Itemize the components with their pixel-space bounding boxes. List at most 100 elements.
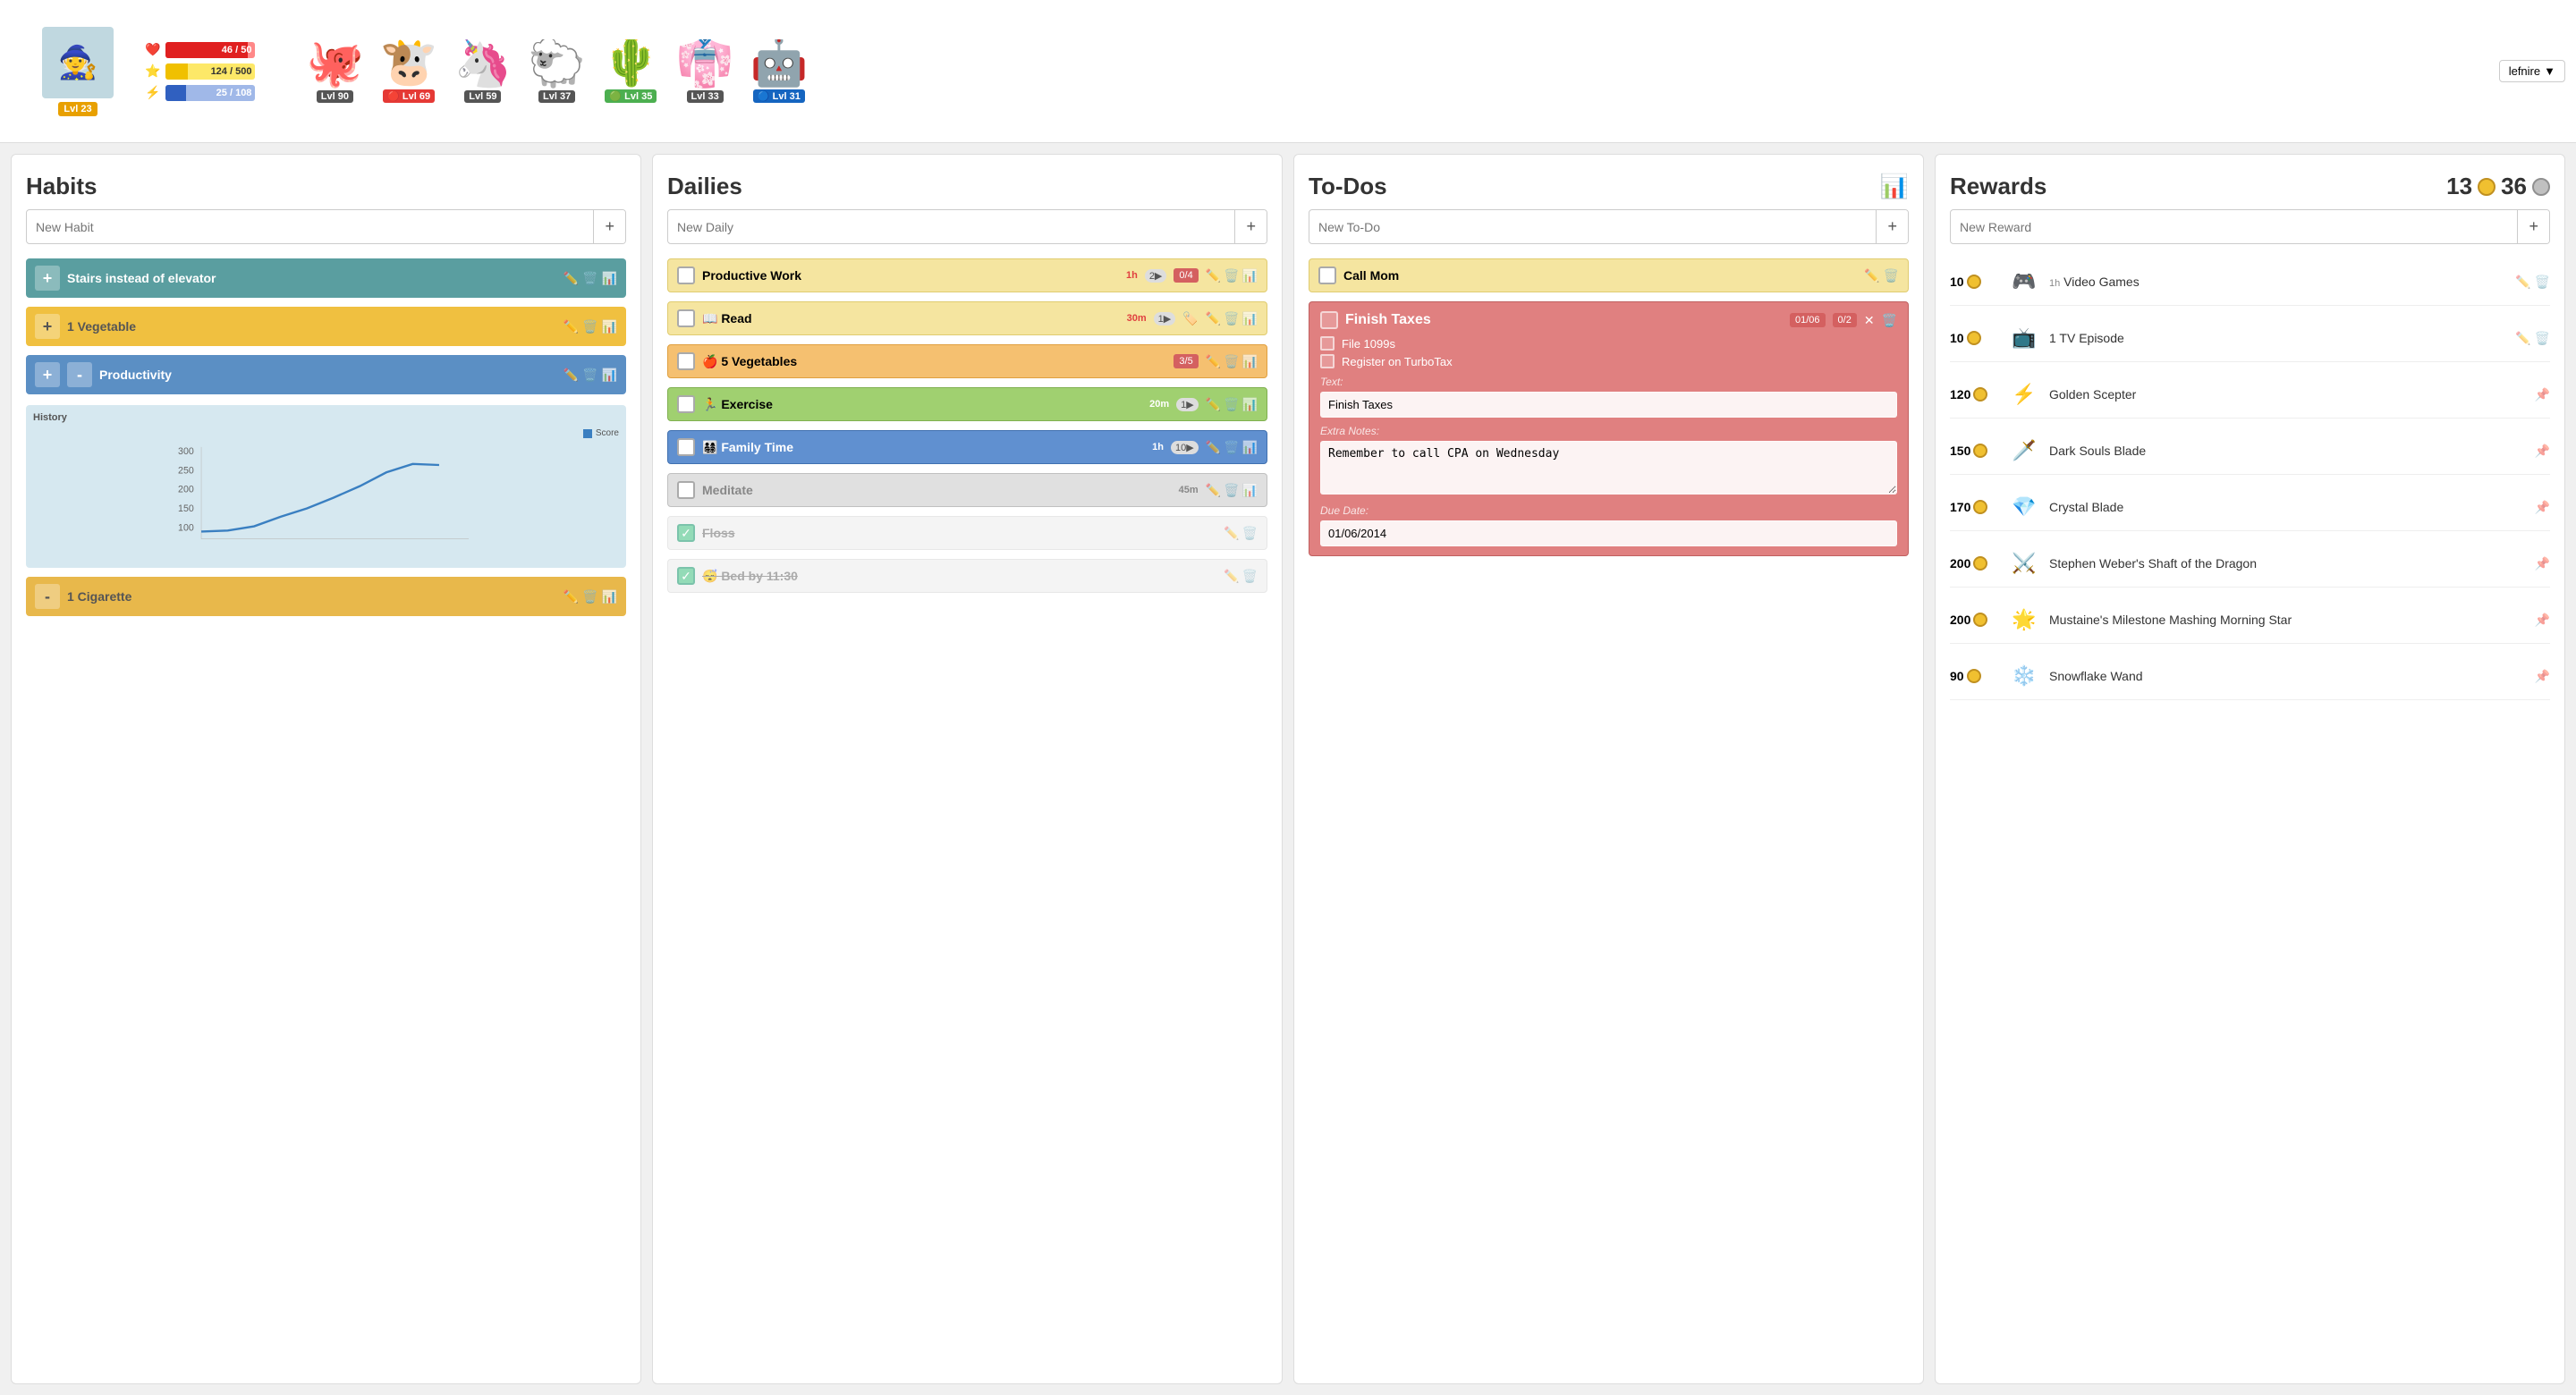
chart-icon-vegetable[interactable]: 📊 (602, 319, 617, 334)
reward-actions-mustaine: 📌 (2535, 613, 2550, 628)
edit-icon-call-mom[interactable]: ✏️ (1864, 268, 1879, 283)
reward-item-dark-souls: 150 🗡️ Dark Souls Blade 📌 (1950, 427, 2550, 475)
chart-icon-productivity[interactable]: 📊 (602, 368, 617, 383)
edit-icon-bed[interactable]: ✏️ (1224, 569, 1239, 584)
chart-icon-todos[interactable]: 📊 (1880, 173, 1909, 200)
edit-icon-cigarette[interactable]: ✏️ (564, 589, 579, 604)
todo-close-icon[interactable]: ✕ (1864, 313, 1875, 328)
history-title: History (33, 412, 619, 423)
habit-history-productivity: History Score 300 250 200 150 100 (26, 405, 626, 568)
chart-icon-cigarette[interactable]: 📊 (602, 589, 617, 604)
todo-actions-call-mom: ✏️ 🗑️ (1864, 268, 1899, 283)
chart-icon-exercise[interactable]: 📊 (1242, 397, 1258, 412)
delete-icon-tv-episode[interactable]: 🗑️ (2535, 331, 2550, 346)
edit-icon-video-games[interactable]: ✏️ (2515, 275, 2530, 290)
checklist-cb-turbotax[interactable] (1320, 354, 1335, 368)
edit-icon-stairs[interactable]: ✏️ (564, 271, 579, 286)
party-section: 🐙 Lvl 90 🐮 🔴 Lvl 69 🦄 Lvl 59 🐑 Lvl 37 🌵 … (288, 39, 2499, 103)
delete-icon-family-time[interactable]: 🗑️ (1224, 440, 1239, 455)
todo-due-input[interactable] (1320, 520, 1897, 546)
stats-section: ❤️ 46 / 50 ⭐ 124 / 500 ⚡ 25 / 108 (145, 42, 288, 101)
pin-icon-dark-souls[interactable]: 📌 (2535, 444, 2550, 459)
edit-icon-productivity[interactable]: ✏️ (564, 368, 579, 383)
xp-label: 124 / 500 (211, 66, 252, 77)
edit-icon-productive-work[interactable]: ✏️ (1206, 268, 1221, 283)
new-daily-input[interactable] (668, 213, 1234, 241)
daily-checkbox-meditate[interactable] (677, 481, 695, 499)
delete-icon-vegetable[interactable]: 🗑️ (582, 319, 597, 334)
habits-add-button[interactable]: + (593, 210, 625, 243)
habit-plus-vegetable[interactable]: + (35, 314, 60, 339)
chart-icon-family-time[interactable]: 📊 (1242, 440, 1258, 455)
daily-checkbox-family-time[interactable] (677, 438, 695, 456)
delete-icon-read[interactable]: 🗑️ (1224, 311, 1239, 326)
daily-checkbox-productive-work[interactable] (677, 266, 695, 284)
edit-icon-tv-episode[interactable]: ✏️ (2515, 331, 2530, 346)
reward-cost-value-snowflake-wand: 90 (1950, 669, 1964, 683)
delete-icon-stairs[interactable]: 🗑️ (582, 271, 597, 286)
daily-checkbox-read[interactable] (677, 309, 695, 327)
dailies-add-button[interactable]: + (1234, 210, 1267, 243)
habit-plus-stairs[interactable]: + (35, 266, 60, 291)
daily-checkbox-bed[interactable]: ✓ (677, 567, 695, 585)
chart-icon-productive-work[interactable]: 📊 (1242, 268, 1258, 283)
todo-text-input[interactable] (1320, 392, 1897, 418)
todo-checkbox-finish-taxes[interactable] (1320, 311, 1338, 329)
new-habit-input[interactable] (27, 213, 593, 241)
edit-icon-floss[interactable]: ✏️ (1224, 526, 1239, 541)
habit-minus-cigarette[interactable]: - (35, 584, 60, 609)
edit-icon-vegetable[interactable]: ✏️ (564, 319, 579, 334)
todo-notes-textarea[interactable]: Remember to call CPA on Wednesday (1320, 441, 1897, 495)
todo-notes-label: Extra Notes: (1320, 425, 1897, 437)
habit-item-vegetable: + 1 Vegetable ✏️ 🗑️ 📊 (26, 307, 626, 346)
habit-plus-productivity[interactable]: + (35, 362, 60, 387)
dailies-add-row[interactable]: + (667, 209, 1267, 244)
delete-icon-productive-work[interactable]: 🗑️ (1224, 268, 1239, 283)
habits-add-row[interactable]: + (26, 209, 626, 244)
delete-icon-exercise[interactable]: 🗑️ (1224, 397, 1239, 412)
chart-icon-meditate[interactable]: 📊 (1242, 483, 1258, 498)
party-member-2: 🐮 🔴 Lvl 69 (380, 39, 438, 103)
edit-icon-vegetables[interactable]: ✏️ (1206, 354, 1221, 369)
daily-checkbox-vegetables[interactable] (677, 352, 695, 370)
pin-icon-mustaine[interactable]: 📌 (2535, 613, 2550, 628)
gold-icon-golden-scepter (1973, 387, 1987, 402)
pin-icon-crystal-blade[interactable]: 📌 (2535, 500, 2550, 515)
new-reward-input[interactable] (1951, 213, 2517, 241)
delete-icon-meditate[interactable]: 🗑️ (1224, 483, 1239, 498)
edit-icon-meditate[interactable]: ✏️ (1206, 483, 1221, 498)
new-todo-input[interactable] (1309, 213, 1876, 241)
edit-icon-exercise[interactable]: ✏️ (1206, 397, 1221, 412)
habit-minus-productivity[interactable]: - (67, 362, 92, 387)
account-button[interactable]: lefnire ▼ (2499, 60, 2565, 82)
pin-icon-snowflake-wand[interactable]: 📌 (2535, 669, 2550, 684)
chart-icon-stairs[interactable]: 📊 (602, 271, 617, 286)
delete-icon-cigarette[interactable]: 🗑️ (582, 589, 597, 604)
delete-icon-bed[interactable]: 🗑️ (1242, 569, 1258, 584)
edit-icon-read[interactable]: ✏️ (1206, 311, 1221, 326)
todos-add-button[interactable]: + (1876, 210, 1908, 243)
todo-delete-icon[interactable]: 🗑️ (1882, 313, 1897, 328)
legend-label: Score (596, 428, 619, 438)
todos-add-row[interactable]: + (1309, 209, 1909, 244)
rewards-add-button[interactable]: + (2517, 210, 2549, 243)
pin-icon-stephen-weber[interactable]: 📌 (2535, 556, 2550, 571)
delete-icon-vegetables[interactable]: 🗑️ (1224, 354, 1239, 369)
daily-label-productive-work: Productive Work (702, 268, 1119, 283)
edit-icon-family-time[interactable]: ✏️ (1206, 440, 1221, 455)
reward-cost-crystal-blade: 170 (1950, 500, 1999, 514)
rewards-add-row[interactable]: + (1950, 209, 2550, 244)
daily-item-exercise: 🏃 Exercise 20m 1▶ ✏️ 🗑️ 📊 (667, 387, 1267, 421)
chart-icon-vegetables[interactable]: 📊 (1242, 354, 1258, 369)
party-sprite-1: 🐙 (306, 40, 364, 87)
delete-icon-productivity[interactable]: 🗑️ (582, 368, 597, 383)
delete-icon-floss[interactable]: 🗑️ (1242, 526, 1258, 541)
todo-checkbox-call-mom[interactable] (1318, 266, 1336, 284)
delete-icon-video-games[interactable]: 🗑️ (2535, 275, 2550, 290)
daily-checkbox-floss[interactable]: ✓ (677, 524, 695, 542)
delete-icon-call-mom[interactable]: 🗑️ (1884, 268, 1899, 283)
chart-icon-read[interactable]: 📊 (1242, 311, 1258, 326)
pin-icon-golden-scepter[interactable]: 📌 (2535, 387, 2550, 402)
daily-checkbox-exercise[interactable] (677, 395, 695, 413)
checklist-cb-1099s[interactable] (1320, 336, 1335, 351)
